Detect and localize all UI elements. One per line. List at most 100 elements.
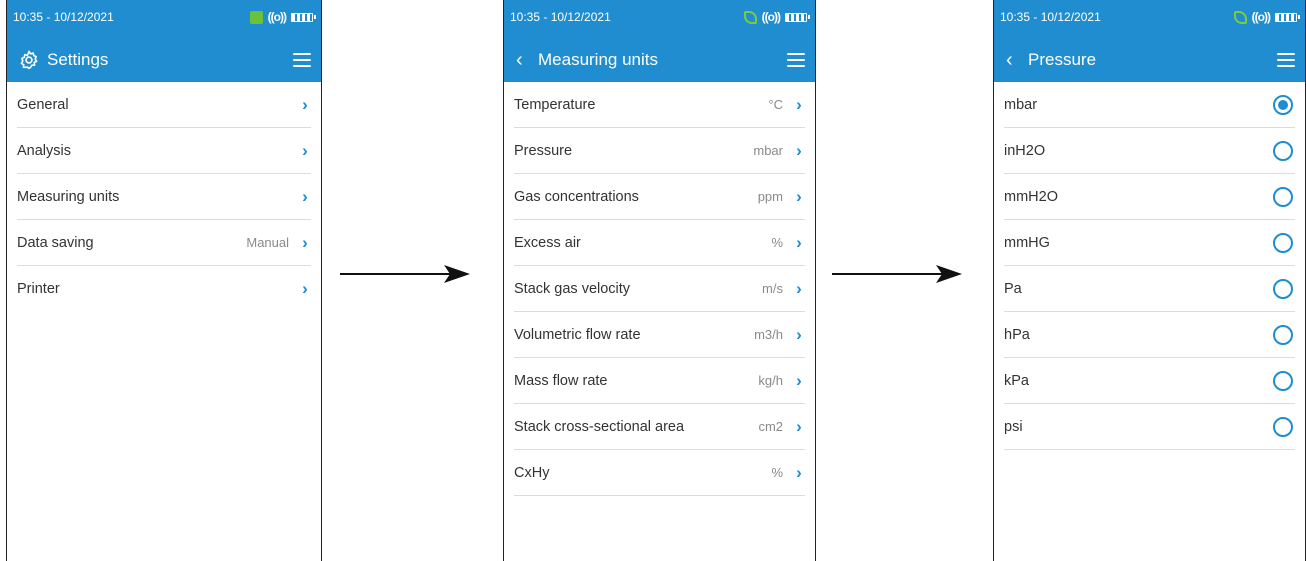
unit-item-cxhy[interactable]: CxHy % › [514,450,805,496]
unit-item-gas-concentrations[interactable]: Gas concentrations ppm › [514,174,805,220]
row-value: m/s [762,281,783,296]
gear-icon [20,50,38,70]
row-value: m3/h [754,327,783,342]
chevron-right-icon: › [796,232,802,252]
status-icons: ((o)) [249,10,316,24]
chevron-right-icon: › [796,324,802,344]
menu-button[interactable] [787,53,805,67]
row-label: Printer [17,281,60,297]
row-label: Temperature [514,96,596,113]
option-kpa[interactable]: kPa [1004,358,1295,404]
settings-item-analysis[interactable]: Analysis › [17,128,311,174]
battery-icon [291,12,316,22]
pressure-options-list: mbar inH2O mmH2O mmHG Pa hPa kPa psi [994,82,1305,450]
row-value: mbar [753,143,783,158]
row-label: Pressure [514,142,573,159]
option-label: inH2O [1004,142,1046,159]
unit-item-pressure[interactable]: Pressure mbar › [514,128,805,174]
unit-item-stack-gas-velocity[interactable]: Stack gas velocity m/s › [514,266,805,312]
eco-leaf-icon [1233,10,1247,24]
status-datetime: 10:35 - 10/12/2021 [510,10,611,24]
title-bar: ‹ Pressure [994,38,1305,82]
row-value: % [771,465,783,480]
chevron-right-icon: › [796,370,802,390]
row-label: Data saving [17,234,94,251]
unit-item-mass-flow-rate[interactable]: Mass flow rate kg/h › [514,358,805,404]
option-pa[interactable]: Pa [1004,266,1295,312]
back-button[interactable]: ‹ [1006,50,1020,70]
battery-icon [785,12,810,22]
option-mbar[interactable]: mbar [1004,82,1295,128]
chevron-right-icon: › [302,186,308,206]
status-datetime: 10:35 - 10/12/2021 [13,10,114,24]
row-value: cm2 [758,419,783,434]
radio-icon[interactable] [1273,278,1293,299]
units-list: Temperature °C › Pressure mbar › Gas conce… [504,82,815,496]
arrow-right-icon [832,265,962,283]
unit-item-excess-air[interactable]: Excess air % › [514,220,805,266]
option-inh2o[interactable]: inH2O [1004,128,1295,174]
chevron-right-icon: › [796,186,802,206]
unit-item-temperature[interactable]: Temperature °C › [514,82,805,128]
page-title: Settings [47,50,109,69]
page-title: Measuring units [538,50,659,69]
status-bar: 10:35 - 10/12/2021 ((o)) [994,0,1305,38]
chevron-right-icon: › [302,232,308,252]
settings-item-data-saving[interactable]: Data saving Manual › [17,220,311,266]
settings-item-general[interactable]: General › [17,82,311,128]
chevron-right-icon: › [796,416,802,436]
arrow-right-icon [340,265,470,283]
measuring-units-screen: 10:35 - 10/12/2021 ((o)) ‹ Measuring uni… [503,0,816,561]
radio-icon[interactable] [1273,140,1293,161]
settings-screen: 10:35 - 10/12/2021 ((o)) Settings Genera… [6,0,322,561]
radio-icon[interactable] [1273,370,1293,391]
row-label: General [17,96,69,113]
option-label: kPa [1004,372,1029,389]
option-mmh2o[interactable]: mmH2O [1004,174,1295,220]
row-label: Measuring units [17,188,120,205]
status-icons: ((o)) [743,10,810,24]
option-label: mmH2O [1004,188,1058,205]
option-psi[interactable]: psi [1004,404,1295,450]
row-label: Gas concentrations [514,188,639,205]
radio-selected-icon[interactable] [1273,94,1293,115]
wireless-icon: ((o)) [761,10,781,24]
unit-item-stack-cross-sectional-area[interactable]: Stack cross-sectional area cm2 › [514,404,805,450]
row-label: Volumetric flow rate [514,326,641,343]
status-datetime: 10:35 - 10/12/2021 [1000,10,1101,24]
row-label: Stack gas velocity [514,280,631,297]
settings-list: General › Analysis › Measuring units › D… [7,82,321,312]
row-label: CxHy [514,464,550,481]
row-label: Analysis [17,142,71,159]
chevron-right-icon: › [796,140,802,160]
menu-button[interactable] [1277,53,1295,67]
battery-icon [1275,12,1300,22]
chevron-right-icon: › [302,94,308,114]
row-value: % [771,235,783,250]
option-label: mmHG [1004,234,1050,251]
title-bar: Settings [7,38,321,82]
row-value: kg/h [758,373,783,388]
settings-item-printer[interactable]: Printer › [17,266,311,312]
option-label: mbar [1004,96,1038,113]
option-mmhg[interactable]: mmHG [1004,220,1295,266]
back-button[interactable]: ‹ [516,50,530,70]
option-label: Pa [1004,280,1022,297]
radio-icon[interactable] [1273,186,1293,207]
status-bar: 10:35 - 10/12/2021 ((o)) [7,0,321,38]
settings-item-measuring-units[interactable]: Measuring units › [17,174,311,220]
menu-button[interactable] [293,53,311,67]
pressure-screen: 10:35 - 10/12/2021 ((o)) ‹ Pressure mbar… [993,0,1306,561]
radio-icon[interactable] [1273,232,1293,253]
option-hpa[interactable]: hPa [1004,312,1295,358]
status-bar: 10:35 - 10/12/2021 ((o)) [504,0,815,38]
status-icons: ((o)) [1233,10,1300,24]
row-label: Excess air [514,234,581,251]
option-label: hPa [1004,326,1030,343]
page-title: Pressure [1028,50,1097,69]
unit-item-volumetric-flow-rate[interactable]: Volumetric flow rate m3/h › [514,312,805,358]
chevron-right-icon: › [796,462,802,482]
row-value: Manual [246,235,289,250]
radio-icon[interactable] [1273,416,1293,437]
radio-icon[interactable] [1273,324,1293,345]
